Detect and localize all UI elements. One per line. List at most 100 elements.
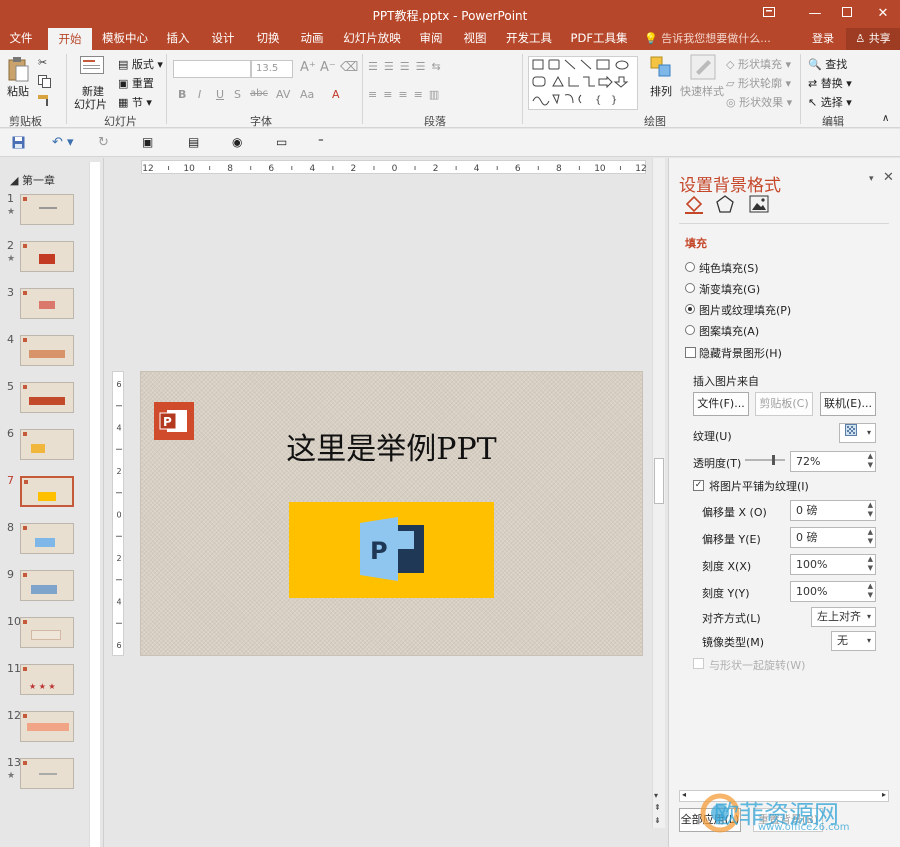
picture-fill-label[interactable]: 图片或纹理填充(P) <box>699 302 791 318</box>
solid-fill-label[interactable]: 纯色填充(S) <box>699 260 759 276</box>
paste-icon[interactable] <box>7 56 29 82</box>
tab-animations[interactable]: 动画 <box>294 28 330 50</box>
tile-checkbox[interactable]: ✓ <box>693 480 704 491</box>
arrange-icon[interactable] <box>650 56 672 81</box>
share-button[interactable]: ♙ 共享 <box>846 28 900 50</box>
find-button[interactable]: 🔍 查找 <box>808 56 847 72</box>
undo-icon[interactable]: ↶ ▾ <box>52 135 74 150</box>
rotate-with-shape-label[interactable]: 与形状一起旋转(W) <box>709 657 805 673</box>
slide-title[interactable]: 这里是举例PPT <box>141 424 642 468</box>
slide-thumbnail[interactable] <box>20 570 74 601</box>
customize-qat-icon[interactable]: ⁼ <box>318 135 324 148</box>
maximize-icon[interactable] <box>830 0 864 28</box>
slides-pane-scrollbar[interactable] <box>89 162 100 847</box>
quick-styles-label[interactable]: 快速样式 <box>680 83 724 99</box>
clear-format-icon[interactable]: ⌫ <box>340 60 358 75</box>
spinner-arrows-icon[interactable]: ▲ ▼ <box>868 582 873 600</box>
slide-canvas[interactable]: P 这里是举例PPT P <box>140 371 643 656</box>
shape-fill-button[interactable]: ◇ 形状填充 ▾ <box>726 56 791 72</box>
file-button[interactable]: 文件(F)... <box>693 392 749 416</box>
close-icon[interactable]: ✕ <box>866 0 900 28</box>
clipboard-button[interactable]: 剪贴板(C) <box>755 392 813 416</box>
offset-y-input[interactable]: 0 磅 ▲ ▼ <box>790 527 876 548</box>
pane-options-icon[interactable]: ▾ <box>869 174 874 184</box>
scroll-left-icon[interactable]: ◂ <box>682 790 686 799</box>
slide-thumbnail[interactable] <box>20 523 74 554</box>
scroll-down-icon[interactable]: ▾ <box>654 791 658 800</box>
spinner-arrows-icon[interactable]: ▲ ▼ <box>868 528 873 546</box>
tab-transitions[interactable]: 切换 <box>250 28 286 50</box>
cut-icon[interactable]: ✂ <box>38 56 47 69</box>
slide-thumbnail[interactable] <box>20 429 74 460</box>
alignment-dropdown[interactable]: 左上对齐 ▾ <box>811 607 876 627</box>
editor-scroll-thumb[interactable] <box>654 458 664 504</box>
section-button[interactable]: ▦ 节 ▾ <box>118 94 152 110</box>
shape-outline-button[interactable]: ▱ 形状轮廓 ▾ <box>726 75 791 91</box>
ribbon-display-icon[interactable] <box>752 0 786 28</box>
gradient-fill-radio[interactable] <box>685 283 695 293</box>
next-slide-icon[interactable]: ⇟ <box>654 816 661 825</box>
slide-thumbnail[interactable] <box>20 241 74 272</box>
pattern-fill-label[interactable]: 图案填充(A) <box>699 323 759 339</box>
quick-styles-icon[interactable] <box>690 54 716 83</box>
slide-thumbnail[interactable]: ★ ★ ★ <box>20 664 74 695</box>
shapes-gallery[interactable]: { } <box>528 56 638 110</box>
effects-tab-icon[interactable] <box>715 194 735 217</box>
touch-mode-icon[interactable]: ◉ <box>232 135 242 149</box>
tab-developer[interactable]: 开发工具 <box>502 28 556 50</box>
offset-x-input[interactable]: 0 磅 ▲ ▼ <box>790 500 876 521</box>
fill-tab-icon[interactable] <box>683 194 705 219</box>
tab-template-center[interactable]: 模板中心 <box>98 28 152 50</box>
char-spacing-icon[interactable]: AV <box>276 88 290 101</box>
spinner-arrows-icon[interactable]: ▲ ▼ <box>868 555 873 573</box>
slide-thumbnail[interactable] <box>20 288 74 319</box>
format-painter-icon[interactable] <box>38 94 52 109</box>
select-button[interactable]: ↖ 选择 ▾ <box>808 94 852 110</box>
font-name-box[interactable] <box>173 60 251 78</box>
scale-y-input[interactable]: 100% ▲ ▼ <box>790 581 876 602</box>
solid-fill-radio[interactable] <box>685 262 695 272</box>
slide-thumbnail[interactable] <box>20 617 74 648</box>
list-icons[interactable]: ☰☰☰☰⇆ <box>368 60 447 73</box>
copy-icon[interactable] <box>38 75 51 91</box>
print-preview-icon[interactable]: ▤ <box>188 135 199 149</box>
pattern-fill-radio[interactable] <box>685 325 695 335</box>
tab-pdf-tools[interactable]: PDF工具集 <box>566 28 632 50</box>
arrange-label[interactable]: 排列 <box>650 83 672 99</box>
align-icons[interactable]: ≡≡≡≡▥ <box>368 88 445 101</box>
transparency-input[interactable]: 72% ▲ ▼ <box>790 451 876 472</box>
tab-home[interactable]: 开始 <box>48 28 92 50</box>
paste-label[interactable]: 粘贴 <box>7 83 29 99</box>
reset-button[interactable]: ▣ 重置 <box>118 75 154 91</box>
picture-fill-radio[interactable] <box>685 304 695 314</box>
slide-thumbnail[interactable] <box>20 335 74 366</box>
picture-tab-icon[interactable] <box>749 195 769 216</box>
editor-scrollbar[interactable]: ▾ ⇞ ⇟ <box>652 158 665 828</box>
shape-effects-button[interactable]: ◎ 形状效果 ▾ <box>726 94 792 110</box>
redo-icon[interactable]: ↻ <box>98 135 109 150</box>
tab-design[interactable]: 设计 <box>205 28 241 50</box>
replace-button[interactable]: ⇄ 替换 ▾ <box>808 75 852 91</box>
gradient-fill-label[interactable]: 渐变填充(G) <box>699 281 760 297</box>
spinner-arrows-icon[interactable]: ▲ ▼ <box>868 501 873 519</box>
spinner-arrows-icon[interactable]: ▲ ▼ <box>868 452 873 470</box>
shadow-icon[interactable]: S <box>234 88 241 101</box>
slide-thumbnail[interactable] <box>20 194 74 225</box>
tab-review[interactable]: 审阅 <box>413 28 449 50</box>
italic-icon[interactable]: I <box>198 88 201 101</box>
tab-insert[interactable]: 插入 <box>160 28 196 50</box>
mirror-type-dropdown[interactable]: 无 ▾ <box>831 631 876 651</box>
pane-close-icon[interactable]: ✕ <box>883 170 894 185</box>
tab-file[interactable]: 文件 <box>4 28 38 50</box>
slide-thumbnail[interactable] <box>20 382 74 413</box>
texture-dropdown[interactable]: ▾ <box>839 423 876 443</box>
scroll-right-icon[interactable]: ▸ <box>882 790 886 799</box>
slide-thumbnail[interactable] <box>20 476 74 507</box>
save-icon[interactable] <box>12 136 25 152</box>
transparency-slider[interactable] <box>745 454 785 469</box>
font-size-box[interactable]: 13.5 <box>251 60 293 78</box>
new-slide-label-2[interactable]: 幻灯片 <box>74 96 107 112</box>
fill-section-label[interactable]: 填充 <box>685 235 707 251</box>
slide-image-box[interactable]: P <box>289 502 494 598</box>
section-header[interactable]: ◢ 第一章 <box>10 172 55 188</box>
